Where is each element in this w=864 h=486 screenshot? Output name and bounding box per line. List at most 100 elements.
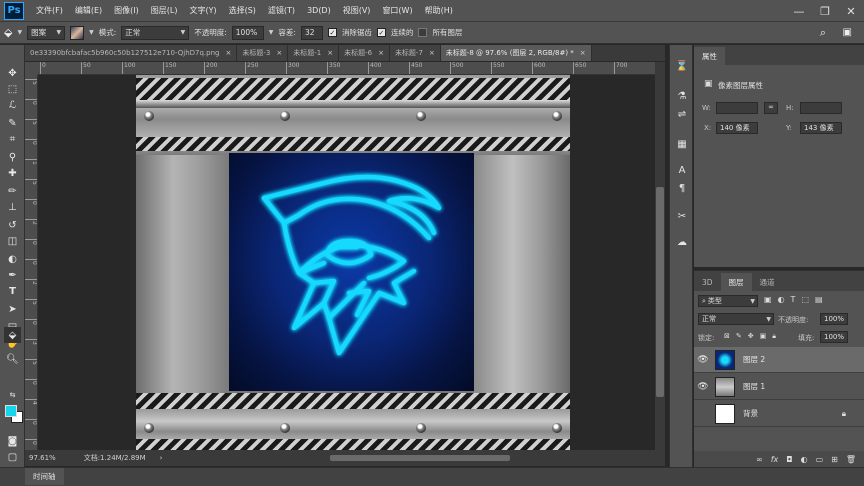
pen-tool-icon[interactable]: ✒ — [4, 267, 21, 283]
trash-icon[interactable]: 🗑︎ — [846, 455, 856, 464]
path-select-tool-icon[interactable]: ➤ — [4, 301, 21, 317]
menu-item[interactable]: 文字(Y) — [183, 0, 222, 22]
crop-tool-icon[interactable]: ⌗ — [4, 131, 21, 147]
foreground-color-swatch[interactable] — [5, 405, 17, 417]
layer-thumbnail[interactable] — [715, 403, 735, 424]
opacity-caret-icon[interactable]: ▼ — [269, 29, 274, 36]
tab-document[interactable]: 未标题-3 × — [237, 45, 289, 61]
lock-pixels-icon[interactable]: ✎ — [736, 332, 742, 341]
close-icon[interactable]: × — [225, 49, 231, 57]
move-tool-icon[interactable]: ✥ — [4, 65, 21, 81]
layer-row[interactable]: 👁︎ 图层 1 — [694, 374, 864, 400]
workspace-icon[interactable]: ▣ — [843, 27, 852, 38]
x-input[interactable]: 140 像素 — [716, 122, 758, 134]
libraries-panel-icon[interactable]: ☁ — [674, 235, 690, 249]
close-icon[interactable]: × — [276, 49, 282, 57]
layer-name[interactable]: 图层 2 — [743, 354, 765, 365]
brush-tool-icon[interactable]: ✏ — [4, 183, 21, 199]
menu-item[interactable]: 选择(S) — [223, 0, 262, 22]
minimize-button[interactable]: — — [786, 0, 812, 22]
history-brush-tool-icon[interactable]: ↺ — [4, 217, 21, 233]
layer-row[interactable]: 背景 🔒︎ — [694, 401, 864, 427]
link-icon[interactable]: ∞ — [764, 102, 778, 114]
type-tool-icon[interactable]: T — [4, 283, 21, 299]
visibility-eye-icon[interactable]: 👁︎ — [694, 382, 712, 392]
antialias-checkbox[interactable]: ✓ — [327, 28, 337, 37]
menu-item[interactable]: 窗口(W) — [376, 0, 418, 22]
history-panel-icon[interactable]: ⌛ — [674, 59, 690, 73]
adjustment-layer-icon[interactable]: ◐ — [801, 455, 808, 464]
fill-input[interactable]: 100% — [820, 331, 848, 343]
tab-document[interactable]: 未标题-6 × — [339, 45, 390, 61]
adjustment-filter-icon[interactable]: ◐ — [778, 295, 785, 304]
lock-icon[interactable]: 🔒︎ — [842, 409, 846, 419]
tab-layers[interactable]: 图层 — [720, 273, 752, 291]
height-input[interactable] — [800, 102, 842, 114]
restore-button[interactable]: ❐ — [812, 0, 838, 22]
smart-object-filter-icon[interactable]: ▤ — [815, 295, 823, 304]
layer-opacity-input[interactable]: 100% — [820, 313, 848, 325]
fill-source-select[interactable]: 图案 ▼ — [27, 25, 66, 40]
preset-caret-icon[interactable]: ▼ — [17, 29, 22, 36]
tolerance-input[interactable]: 32 — [300, 25, 323, 40]
search-icon[interactable]: ⌕ — [820, 26, 826, 40]
type-filter-icon[interactable]: T — [791, 295, 796, 304]
tab-properties[interactable]: 属性 — [694, 47, 725, 65]
eyedropper-tool-icon[interactable]: ⚲ — [4, 149, 21, 165]
y-input[interactable]: 143 像素 — [800, 122, 842, 134]
vertical-scroll-thumb[interactable] — [656, 187, 664, 397]
marquee-tool-icon[interactable]: ⬚ — [4, 81, 21, 97]
close-icon[interactable]: × — [327, 49, 333, 57]
tab-channels[interactable]: 通道 — [752, 273, 783, 291]
new-layer-icon[interactable]: ⊞ — [831, 455, 838, 464]
screen-mode-icon[interactable]: ▢ — [4, 449, 21, 465]
layer-thumbnail[interactable] — [715, 349, 735, 370]
layer-row[interactable]: 👁︎ 图层 2 — [694, 347, 864, 373]
link-layers-icon[interactable]: ∞ — [756, 455, 763, 464]
menu-item[interactable]: 帮助(H) — [419, 0, 459, 22]
mode-select[interactable]: 正常 ▼ — [121, 25, 190, 40]
shape-filter-icon[interactable]: ⬚ — [801, 295, 809, 304]
quick-mask-icon[interactable]: ◙ — [4, 433, 21, 449]
eraser-tool-icon[interactable]: ◫ — [4, 233, 21, 249]
pattern-swatch[interactable] — [70, 25, 85, 40]
lock-transparent-icon[interactable]: ⊠ — [724, 332, 730, 341]
all-layers-checkbox[interactable] — [418, 28, 428, 37]
gradient-tool-icon[interactable]: ◐ — [4, 251, 21, 267]
timeline-tab[interactable]: 时间轴 — [25, 468, 64, 485]
menu-item[interactable]: 3D(D) — [301, 0, 337, 22]
contiguous-checkbox[interactable]: ✓ — [376, 28, 386, 37]
adjustments-panel-icon[interactable]: ⇌ — [674, 107, 690, 121]
layer-name[interactable]: 背景 — [743, 408, 758, 419]
close-icon[interactable]: × — [580, 49, 586, 57]
visibility-eye-icon[interactable]: 👁︎ — [694, 355, 712, 365]
paint-bucket-preset-icon[interactable]: ⬙ — [4, 26, 12, 39]
menu-item[interactable]: 图像(I) — [108, 0, 145, 22]
zoom-level[interactable]: 97.61% — [29, 454, 56, 462]
ruler-origin[interactable] — [25, 62, 38, 75]
layer-filter-select[interactable]: ⌕ 类型 ▼ — [698, 295, 758, 307]
lasso-tool-icon[interactable]: ℒ — [4, 97, 21, 113]
menu-item[interactable]: 文件(F) — [30, 0, 69, 22]
document-canvas[interactable] — [136, 75, 570, 450]
pattern-caret-icon[interactable]: ▼ — [89, 29, 94, 36]
swap-colors-icon[interactable]: ⇆ — [4, 387, 21, 403]
canvas-area[interactable] — [38, 75, 655, 450]
close-icon[interactable]: × — [429, 49, 435, 57]
width-input[interactable] — [716, 102, 758, 114]
pixel-filter-icon[interactable]: ▣ — [764, 295, 772, 304]
tab-document[interactable]: 未标题-1 × — [288, 45, 340, 61]
lock-artboard-icon[interactable]: ▣ — [760, 332, 767, 341]
layer-thumbnail[interactable] — [715, 376, 735, 397]
ruler-vertical[interactable]: 5 0 5 0 1 5 0 2 0 0 2 5 0 3 5 0 4 0 0 — [25, 75, 38, 450]
horizontal-scrollbar[interactable] — [180, 454, 655, 462]
stamp-tool-icon[interactable]: ⊥ — [4, 199, 21, 215]
horizontal-scroll-thumb[interactable] — [330, 455, 510, 461]
menu-item[interactable]: 图层(L) — [145, 0, 184, 22]
lock-all-icon[interactable]: 🔒︎ — [772, 332, 776, 341]
tab-3d[interactable]: 3D — [694, 273, 721, 291]
layer-style-icon[interactable]: fx — [771, 455, 779, 464]
tab-document[interactable]: 未标题-7 × — [389, 45, 441, 61]
ruler-horizontal[interactable]: 0 50 100 150 200 250 300 350 400 450 500 550 600 650 7… — [38, 62, 655, 75]
blend-mode-select[interactable]: 正常 ▼ — [698, 313, 774, 325]
